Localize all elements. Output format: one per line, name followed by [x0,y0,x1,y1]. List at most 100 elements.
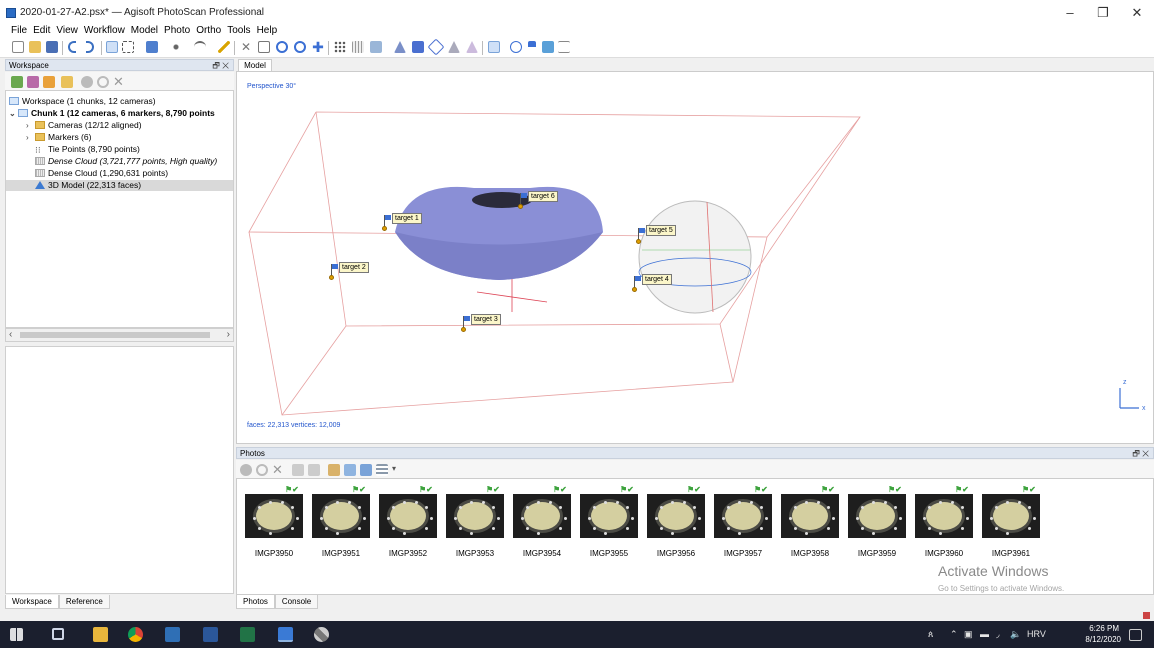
photo-thumbnail[interactable] [513,494,571,538]
menu-tools[interactable]: Tools [224,24,253,38]
clock-time[interactable]: 6:26 PM [1089,624,1119,633]
show-model-solid-icon[interactable] [394,41,406,53]
filter-by-point-icon[interactable] [360,464,372,476]
reset-filter-icon[interactable] [328,464,340,476]
close-button[interactable]: ✕ [1122,4,1152,22]
marker-folder-icon[interactable] [61,76,73,88]
show-dense-cloud-icon[interactable] [352,41,364,53]
marker-label[interactable]: target 2 [339,262,369,273]
photo-thumbnail[interactable] [982,494,1040,538]
menu-workflow[interactable]: Workflow [81,24,128,38]
photoscan-taskbar-icon[interactable] [278,627,293,642]
show-model-textured-icon[interactable] [412,41,424,53]
tree-chunk-1[interactable]: ⌄ Chunk 1 (12 cameras, 6 markers, 8,790 p… [9,108,215,119]
rectangle-select-icon[interactable] [122,41,134,53]
app-taskbar-icon[interactable] [165,627,180,642]
task-view-icon[interactable] [52,628,64,640]
clock-date[interactable]: 8/12/2020 [1085,635,1121,644]
tree-markers[interactable]: › Markers (6) [26,132,91,143]
tree-3d-model[interactable]: 3D Model (22,313 faces) [6,180,233,191]
menu-view[interactable]: View [53,24,81,38]
enable-icon[interactable] [97,76,109,88]
chevron-right-icon[interactable]: › [26,132,35,143]
chevron-down-icon[interactable]: ⌄ [9,108,18,119]
photo-thumbnail[interactable] [781,494,839,538]
open-folder-icon[interactable] [29,41,41,53]
tab-workspace[interactable]: Workspace [5,595,59,609]
notifications-icon[interactable] [1129,629,1142,641]
add-photos-icon[interactable] [27,76,39,88]
people-icon[interactable]: ጰ [928,629,933,640]
show-dem-icon[interactable] [466,41,478,53]
filter-by-marker-icon[interactable] [344,464,356,476]
undo-icon[interactable] [68,41,76,53]
file-explorer-icon[interactable] [93,627,108,642]
reset-view-icon[interactable]: ✚ [312,40,324,54]
enable-camera-icon[interactable] [256,464,268,476]
restore-button[interactable]: ❐ [1088,4,1118,22]
select-pointer-icon[interactable] [106,41,118,53]
zoom-out-icon[interactable] [294,41,306,53]
photo-thumbnail[interactable] [848,494,906,538]
volume-icon[interactable]: 🔈 [1010,629,1021,640]
photo-thumbnail[interactable] [245,494,303,538]
menu-help[interactable]: Help [254,24,281,38]
marker-label[interactable]: target 1 [392,213,422,224]
tree-tie-points[interactable]: ⁝⁝ Tie Points (8,790 points) [35,144,140,155]
show-points-icon[interactable] [334,41,346,53]
menu-edit[interactable]: Edit [30,24,53,38]
photos-panel-controls[interactable]: 🗗 ✕ [1132,448,1149,459]
menu-photo[interactable]: Photo [161,24,193,38]
save-icon[interactable] [46,41,58,53]
rotate-right-icon[interactable] [308,464,320,476]
show-markers-icon[interactable] [528,41,536,53]
show-shapes-icon[interactable] [510,41,522,53]
tab-reference[interactable]: Reference [58,595,110,609]
show-tiled-icon[interactable] [448,41,460,53]
marker-label[interactable]: target 3 [471,314,501,325]
marker-label[interactable]: target 4 [642,274,672,285]
rotate-tool-icon[interactable] [194,41,206,53]
menu-ortho[interactable]: Ortho [193,24,224,38]
view-mode-icon[interactable] [376,464,388,476]
show-model-shaded-icon[interactable] [370,41,382,53]
show-region-icon[interactable] [542,41,554,53]
battery-icon[interactable]: ▬ [980,629,989,639]
marker-label[interactable]: target 5 [646,225,676,236]
workspace-panel-controls[interactable]: 🗗 ✕ [212,60,229,71]
tree-cameras[interactable]: › Cameras (12/12 aligned) [26,120,142,131]
disable-icon[interactable] [81,76,93,88]
tray-apps-icon[interactable]: ▣ [964,629,973,640]
scene-graphics[interactable]: z x [237,72,1153,443]
tree-dense-cloud-high[interactable]: Dense Cloud (3,721,777 points, High qual… [35,156,217,167]
photo-thumbnail[interactable] [915,494,973,538]
new-document-icon[interactable] [12,41,24,53]
photo-thumbnail[interactable] [312,494,370,538]
rotate-left-icon[interactable] [292,464,304,476]
menu-file[interactable]: File [0,24,30,38]
tab-photos[interactable]: Photos [236,595,275,609]
tray-chevron-up-icon[interactable]: ⌃ [950,629,958,640]
chrome-icon[interactable] [128,627,143,642]
photo-thumbnail[interactable] [379,494,437,538]
scroll-right-icon[interactable]: › [227,329,230,340]
pen-app-icon[interactable] [314,627,329,642]
marker-label[interactable]: target 6 [528,191,558,202]
language-indicator[interactable]: HRV [1027,629,1046,639]
crop-selection-icon[interactable] [258,41,270,53]
word-icon[interactable] [203,627,218,642]
model-viewport[interactable]: Perspective 30° z x target 1 target 2 ta… [236,71,1154,444]
redo-icon[interactable] [86,41,94,53]
add-chunk-icon[interactable] [11,76,23,88]
zoom-in-icon[interactable] [276,41,288,53]
photo-thumbnail[interactable] [446,494,504,538]
tab-console[interactable]: Console [274,595,319,609]
chevron-down-icon[interactable]: ▾ [392,464,396,473]
tab-model[interactable]: Model [238,59,272,71]
wifi-icon[interactable]: ◞ [996,629,1000,640]
workspace-horizontal-scrollbar[interactable]: ‹ › [5,328,234,342]
size-grip-icon[interactable] [1143,612,1150,619]
windows-start-icon[interactable] [10,628,23,641]
scrollbar-thumb[interactable] [20,332,210,338]
excel-icon[interactable] [240,627,255,642]
